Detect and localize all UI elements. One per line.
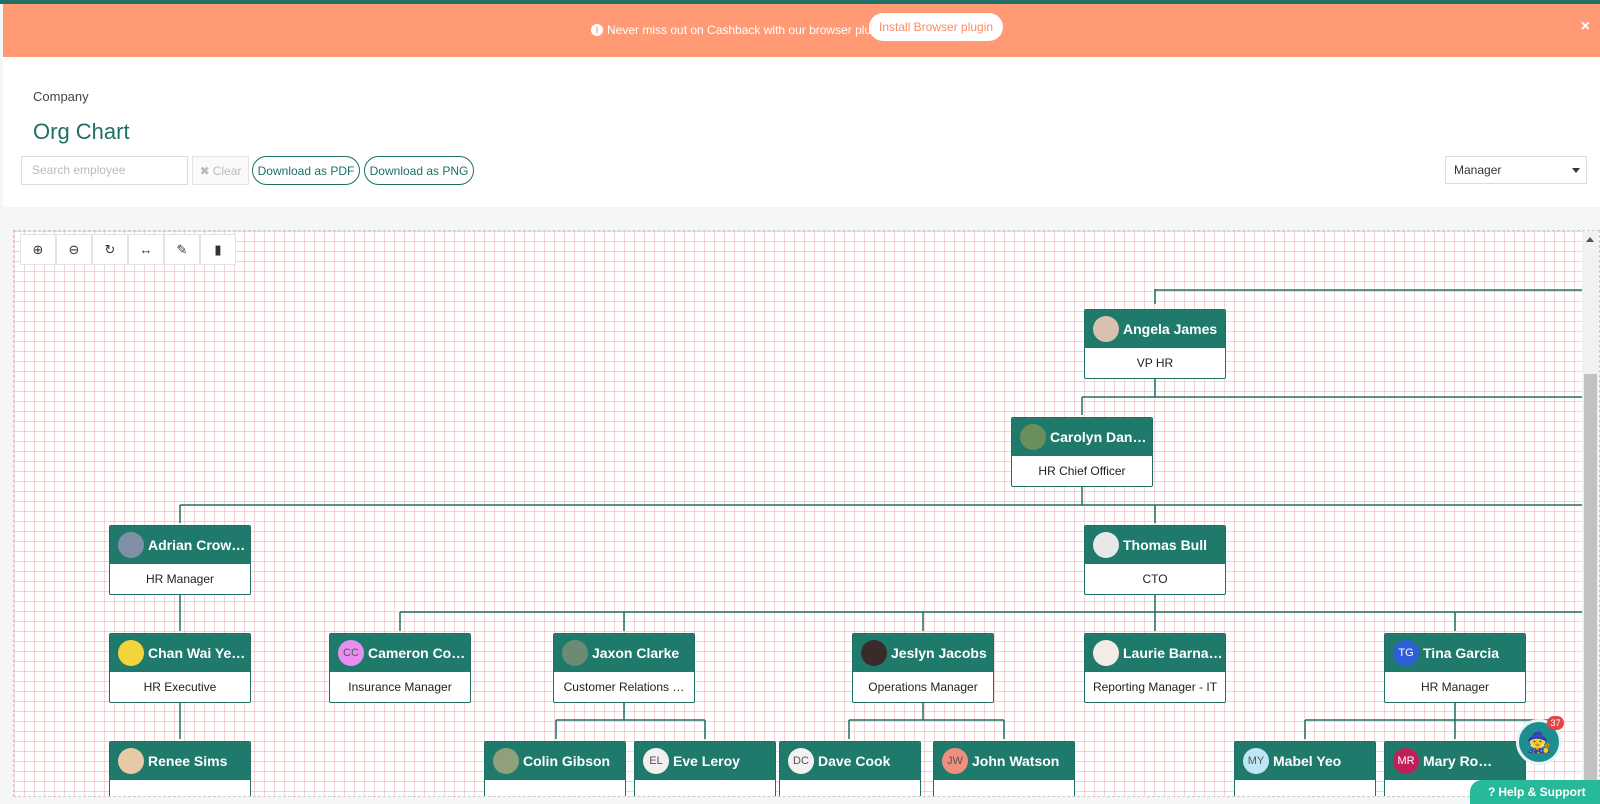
avatar	[1093, 316, 1119, 342]
person-role: Customer Relations …	[563, 680, 685, 694]
avatar: MY	[1243, 748, 1269, 774]
person-card-mabel[interactable]: MY Mabel Yeo	[1234, 741, 1376, 796]
person-card-laurie[interactable]: Laurie Barna… Reporting Manager - IT	[1084, 633, 1226, 703]
plugin-banner: i Never miss out on Cashback with our br…	[3, 4, 1600, 57]
close-icon: ✖	[199, 163, 210, 178]
avatar	[1020, 424, 1046, 450]
fit-width-icon[interactable]: ↔	[128, 234, 164, 265]
person-name: Mabel Yeo	[1273, 753, 1342, 769]
page-header: Company Org Chart Search employee ✖ Clea…	[3, 57, 1600, 207]
avatar: JW	[942, 748, 968, 774]
person-card-dave[interactable]: DC Dave Cook	[779, 741, 921, 796]
person-name: Thomas Bull	[1123, 537, 1208, 553]
person-name: Jeslyn Jacobs	[891, 645, 987, 661]
person-card-cameron[interactable]: CC Cameron Co… Insurance Manager	[329, 633, 471, 703]
person-card-john[interactable]: JW John Watson	[933, 741, 1075, 796]
person-name: Eve Leroy	[673, 753, 740, 769]
chart-toolbar: ⊕ ⊖ ↻ ↔ ✎ ▮	[20, 234, 236, 265]
person-role: HR Chief Officer	[1038, 464, 1126, 478]
refresh-icon[interactable]: ↻	[92, 234, 128, 265]
person-name: Mary Ro…	[1423, 753, 1493, 769]
person-name: Laurie Barna…	[1123, 645, 1223, 661]
person-card-thomas[interactable]: Thomas Bull CTO	[1084, 525, 1226, 595]
avatar	[493, 748, 519, 774]
install-plugin-button[interactable]: Install Browser plugin	[869, 13, 1004, 41]
avatar	[118, 640, 144, 666]
clear-button[interactable]: ✖ Clear	[192, 156, 249, 185]
person-card-renee[interactable]: Renee Sims	[109, 741, 251, 796]
person-name: Chan Wai Ye…	[148, 645, 246, 661]
edit-icon[interactable]: ✎	[164, 234, 200, 265]
scrollbar-thumb[interactable]	[1584, 374, 1597, 796]
download-pdf-button[interactable]: Download as PDF	[252, 156, 360, 185]
help-support-button[interactable]: ? Help & Support	[1470, 780, 1600, 804]
search-input[interactable]: Search employee	[21, 156, 188, 185]
connector-lines	[179, 289, 1599, 739]
person-role: VP HR	[1136, 356, 1174, 370]
banner-text: Never miss out on Cashback with our brow…	[607, 23, 888, 37]
person-card-carolyn[interactable]: Carolyn Dani… HR Chief Officer	[1011, 417, 1153, 487]
org-chart-canvas[interactable]: ⊕ ⊖ ↻ ↔ ✎ ▮ Angela James VP HR Carolyn D…	[13, 230, 1600, 797]
download-png-button[interactable]: Download as PNG	[364, 156, 474, 185]
avatar	[1093, 640, 1119, 666]
person-name: Cameron Co…	[368, 645, 466, 661]
person-name: Dave Cook	[818, 753, 891, 769]
page-title: Org Chart	[33, 119, 130, 144]
clear-label: Clear	[212, 163, 242, 178]
notification-badge: 37	[1547, 716, 1564, 730]
banner-message: i Never miss out on Cashback with our br…	[591, 23, 887, 37]
export-icon[interactable]: ▮	[200, 234, 236, 265]
avatar: MR	[1393, 748, 1419, 774]
avatar	[562, 640, 588, 666]
person-role: Reporting Manager - IT	[1092, 680, 1218, 694]
person-card-jaxon[interactable]: Jaxon Clarke Customer Relations …	[553, 633, 695, 703]
avatar: EL	[643, 748, 669, 774]
vertical-scrollbar[interactable]	[1582, 231, 1599, 796]
person-name: Angela James	[1123, 321, 1218, 337]
caret-down-icon	[1572, 168, 1580, 173]
person-name: John Watson	[972, 753, 1060, 769]
zoom-in-icon[interactable]: ⊕	[20, 234, 56, 265]
avatar: CC	[338, 640, 364, 666]
zoom-out-icon[interactable]: ⊖	[56, 234, 92, 265]
breadcrumb[interactable]: Company	[33, 89, 89, 104]
person-name: Carolyn Dani…	[1050, 429, 1150, 445]
person-card-jeslyn[interactable]: Jeslyn Jacobs Operations Manager	[852, 633, 994, 703]
person-role: Insurance Manager	[348, 680, 452, 694]
avatar: DC	[788, 748, 814, 774]
person-role: HR Manager	[145, 572, 215, 586]
person-role: HR Manager	[1420, 680, 1490, 694]
avatar	[1093, 532, 1119, 558]
close-icon[interactable]: ×	[1581, 18, 1590, 36]
person-card-chan[interactable]: Chan Wai Ye… HR Executive	[109, 633, 251, 703]
person-card-angela[interactable]: Angela James VP HR	[1084, 309, 1226, 379]
avatar	[118, 748, 144, 774]
avatar	[861, 640, 887, 666]
scroll-up-icon[interactable]	[1586, 237, 1594, 242]
person-name: Jaxon Clarke	[592, 645, 680, 661]
person-role: Operations Manager	[868, 680, 978, 694]
view-select-value: Manager	[1454, 163, 1502, 177]
person-card-colin[interactable]: Colin Gibson	[484, 741, 626, 796]
avatar: TG	[1393, 640, 1419, 666]
view-select[interactable]: Manager	[1445, 156, 1587, 184]
person-role: CTO	[1142, 572, 1168, 586]
person-card-tina[interactable]: TG Tina Garcia HR Manager	[1384, 633, 1526, 703]
person-name: Renee Sims	[148, 753, 228, 769]
person-name: Tina Garcia	[1423, 645, 1500, 661]
person-name: Adrian Crowl…	[148, 537, 248, 553]
avatar	[118, 532, 144, 558]
person-role: HR Executive	[143, 680, 217, 694]
person-card-eve[interactable]: EL Eve Leroy	[634, 741, 776, 796]
person-card-adrian[interactable]: Adrian Crowl… HR Manager	[109, 525, 251, 595]
person-name: Colin Gibson	[523, 753, 611, 769]
info-icon: i	[591, 24, 603, 36]
